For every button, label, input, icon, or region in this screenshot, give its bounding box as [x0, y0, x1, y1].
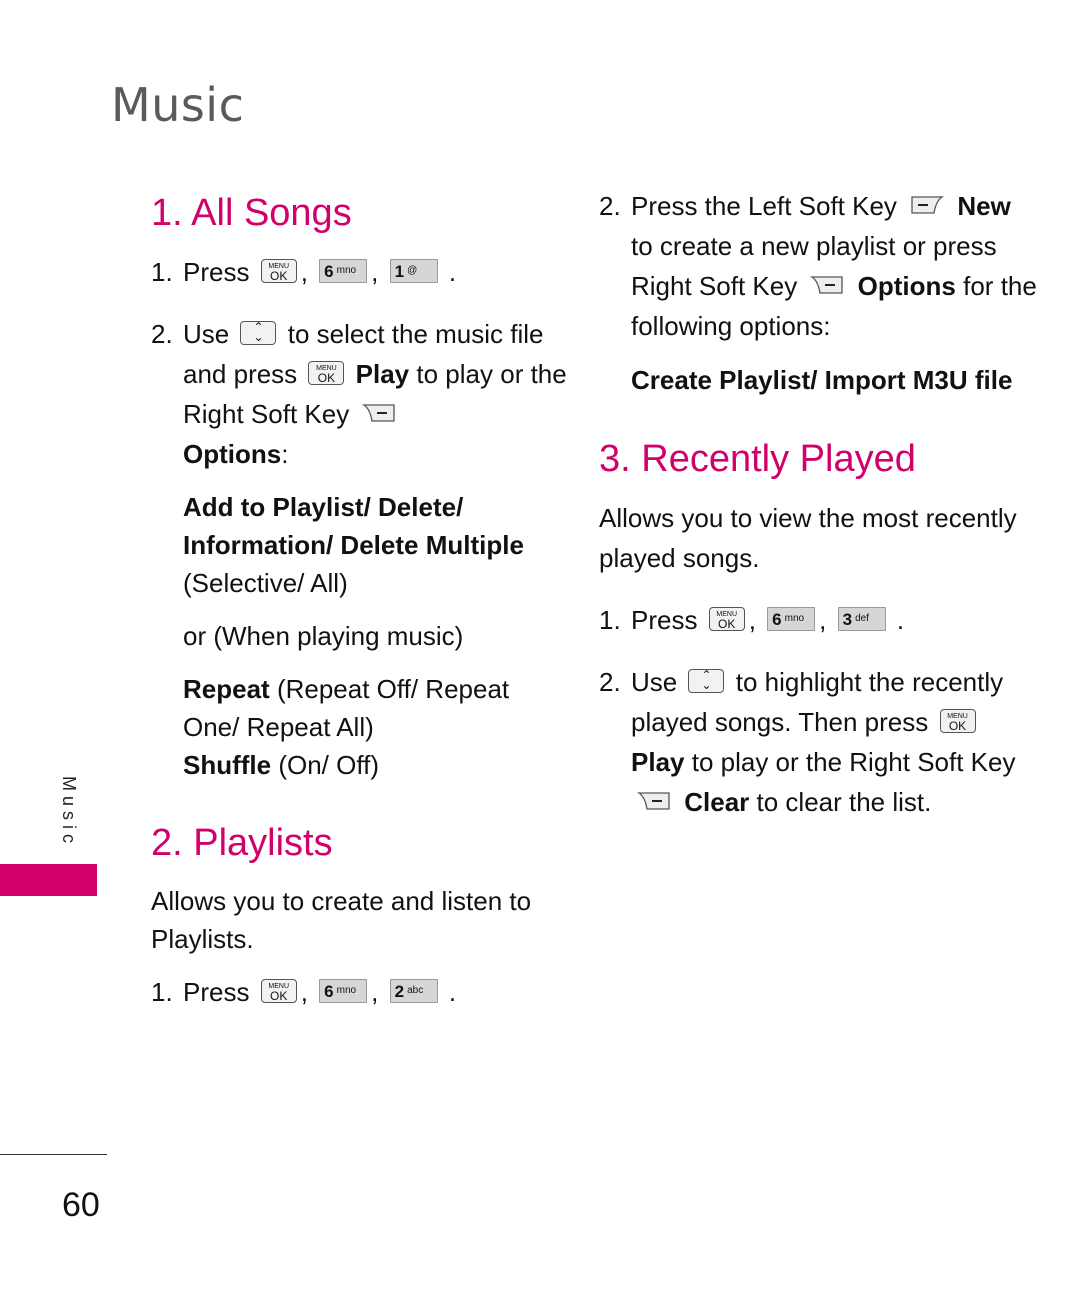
menu-ok-key-icon: MENU OK — [939, 709, 976, 734]
key-6-icon: 6 mno — [319, 979, 368, 1004]
key-6-icon: 6 mno — [767, 607, 816, 632]
recently-played-description: Allows you to view the most recently pla… — [599, 503, 1017, 573]
all-songs-step-2: 2. Use ⌃ ⌄ to select the music file and p… — [151, 319, 567, 469]
side-tab-label: Music — [59, 776, 79, 849]
footer-divider — [0, 1154, 107, 1155]
left-column: 1. All Songs 1. Press MENU OK, 6 mno, 1 @ .… — [151, 188, 571, 1012]
all-songs-step-1: 1. Press MENU OK, 6 mno, 1 @ . — [151, 257, 457, 287]
nav-key-icon: ⌃ ⌄ — [240, 321, 277, 346]
key-1-voicemail-icon: 1 @ — [389, 259, 438, 284]
repeat-options: Repeat (Repeat Off/ Repeat One/ Repeat A… — [183, 674, 510, 780]
recently-played-step-1: 1. Press MENU OK, 6 mno, 3 def . — [599, 605, 905, 635]
page-number: 60 — [62, 1186, 100, 1224]
when-playing-note: or (When playing music) — [183, 621, 464, 651]
left-soft-key-icon — [911, 196, 945, 214]
playlists-step-1: 1. Press MENU OK, 6 mno, 2 abc . — [151, 977, 457, 1007]
menu-ok-key-icon: MENU OK — [260, 259, 297, 284]
page-title: Music — [111, 78, 245, 132]
menu-ok-key-icon: MENU OK — [308, 361, 345, 386]
recently-played-step-2: 2. Use ⌃ ⌄ to highlight the recently play… — [599, 667, 1016, 817]
playlist-options: Create Playlist/ Import M3U file — [631, 365, 1013, 395]
nav-key-icon: ⌃ ⌄ — [688, 669, 725, 694]
side-tab-marker — [0, 864, 97, 896]
right-soft-key-icon — [362, 404, 396, 422]
right-soft-key-icon — [810, 276, 844, 294]
menu-ok-key-icon: MENU OK — [708, 607, 745, 632]
menu-ok-key-icon: MENU OK — [260, 979, 297, 1004]
section-heading-recently-played: 3. Recently Played — [599, 438, 916, 480]
all-songs-options: Add to Playlist/ Delete/ Information/ De… — [183, 492, 524, 598]
key-2-icon: 2 abc — [389, 979, 438, 1004]
section-heading-all-songs: 1. All Songs — [151, 192, 352, 234]
playlists-description: Allows you to create and listen to Playl… — [151, 886, 532, 954]
right-column: 2. Press the Left Soft Key New to create… — [599, 186, 1039, 822]
right-soft-key-icon — [637, 792, 670, 810]
key-6-icon: 6 mno — [319, 259, 368, 284]
key-3-icon: 3 def — [837, 607, 886, 632]
section-heading-playlists: 2. Playlists — [151, 822, 333, 864]
playlists-step-2: 2. Press the Left Soft Key New to create… — [599, 191, 1037, 341]
